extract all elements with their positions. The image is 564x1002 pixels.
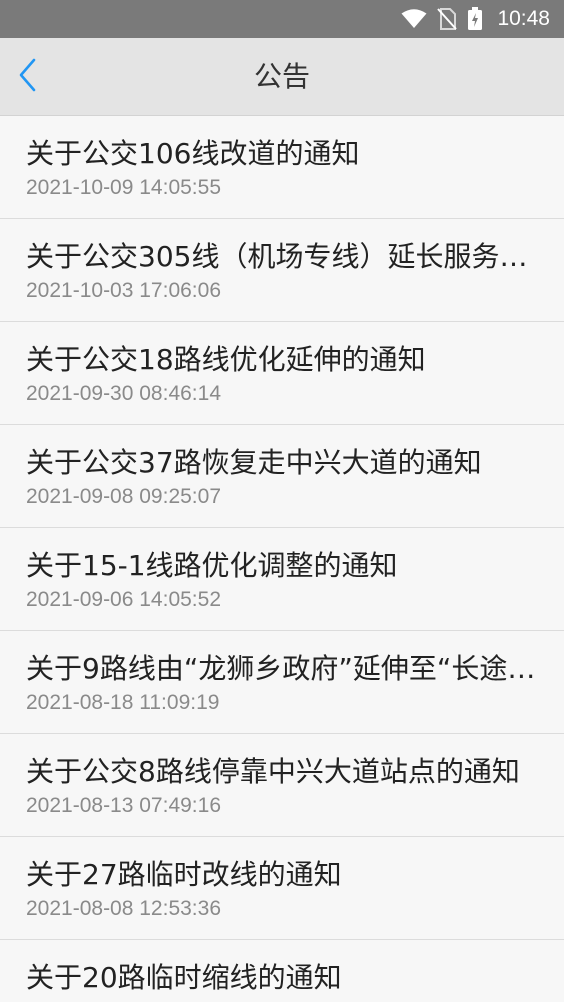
status-icons: 10:48 (401, 0, 550, 38)
notice-date: 2021-08-18 11:09:19 (26, 691, 220, 714)
notice-date: 2021-09-08 09:25:07 (26, 485, 221, 508)
list-item[interactable]: 关于20路临时缩线的通知 (0, 940, 564, 1002)
list-item[interactable]: 关于公交305线（机场专线）延长服务时间的通知 2021-10-03 17:06… (0, 219, 564, 322)
title-bar: 公告 (0, 38, 564, 116)
list-item[interactable]: 关于公交18路线优化延伸的通知 2021-09-30 08:46:14 (0, 322, 564, 425)
notice-title: 关于公交8路线停靠中兴大道站点的通知 (26, 755, 520, 788)
notice-date: 2021-08-08 12:53:36 (26, 897, 221, 920)
wifi-icon (401, 9, 427, 29)
list-item[interactable]: 关于公交37路恢复走中兴大道的通知 2021-09-08 09:25:07 (0, 425, 564, 528)
list-item[interactable]: 关于公交106线改道的通知 2021-10-09 14:05:55 (0, 116, 564, 219)
list-item[interactable]: 关于9路线由“龙狮乡政府”延伸至“长途汽车站”的通知 2021-08-18 11… (0, 631, 564, 734)
notice-list[interactable]: 关于公交106线改道的通知 2021-10-09 14:05:55 关于公交30… (0, 116, 564, 1002)
notice-title: 关于20路临时缩线的通知 (26, 961, 342, 994)
list-item[interactable]: 关于15-1线路优化调整的通知 2021-09-06 14:05:52 (0, 528, 564, 631)
battery-charging-icon (467, 7, 483, 31)
notice-date: 2021-08-13 07:49:16 (26, 794, 221, 817)
notice-title: 关于9路线由“龙狮乡政府”延伸至“长途汽车站”的通知 (26, 652, 538, 685)
page-title: 公告 (253, 60, 310, 93)
notice-title: 关于公交18路线优化延伸的通知 (26, 343, 426, 376)
notice-date: 2021-10-03 17:06:06 (26, 279, 221, 302)
notice-title: 关于15-1线路优化调整的通知 (26, 549, 398, 582)
list-item[interactable]: 关于27路临时改线的通知 2021-08-08 12:53:36 (0, 837, 564, 940)
notice-title: 关于公交37路恢复走中兴大道的通知 (26, 446, 482, 479)
notice-title: 关于27路临时改线的通知 (26, 858, 342, 891)
status-time: 10:48 (497, 7, 550, 30)
notice-title: 关于公交106线改道的通知 (26, 137, 360, 170)
notice-date: 2021-09-06 14:05:52 (26, 588, 221, 611)
status-bar: 10:48 (0, 0, 564, 38)
list-item[interactable]: 关于公交8路线停靠中兴大道站点的通知 2021-08-13 07:49:16 (0, 734, 564, 837)
notice-date: 2021-09-30 08:46:14 (26, 382, 221, 405)
notice-date: 2021-10-09 14:05:55 (26, 176, 221, 199)
no-sim-icon (437, 8, 458, 30)
notice-title: 关于公交305线（机场专线）延长服务时间的通知 (26, 240, 538, 273)
